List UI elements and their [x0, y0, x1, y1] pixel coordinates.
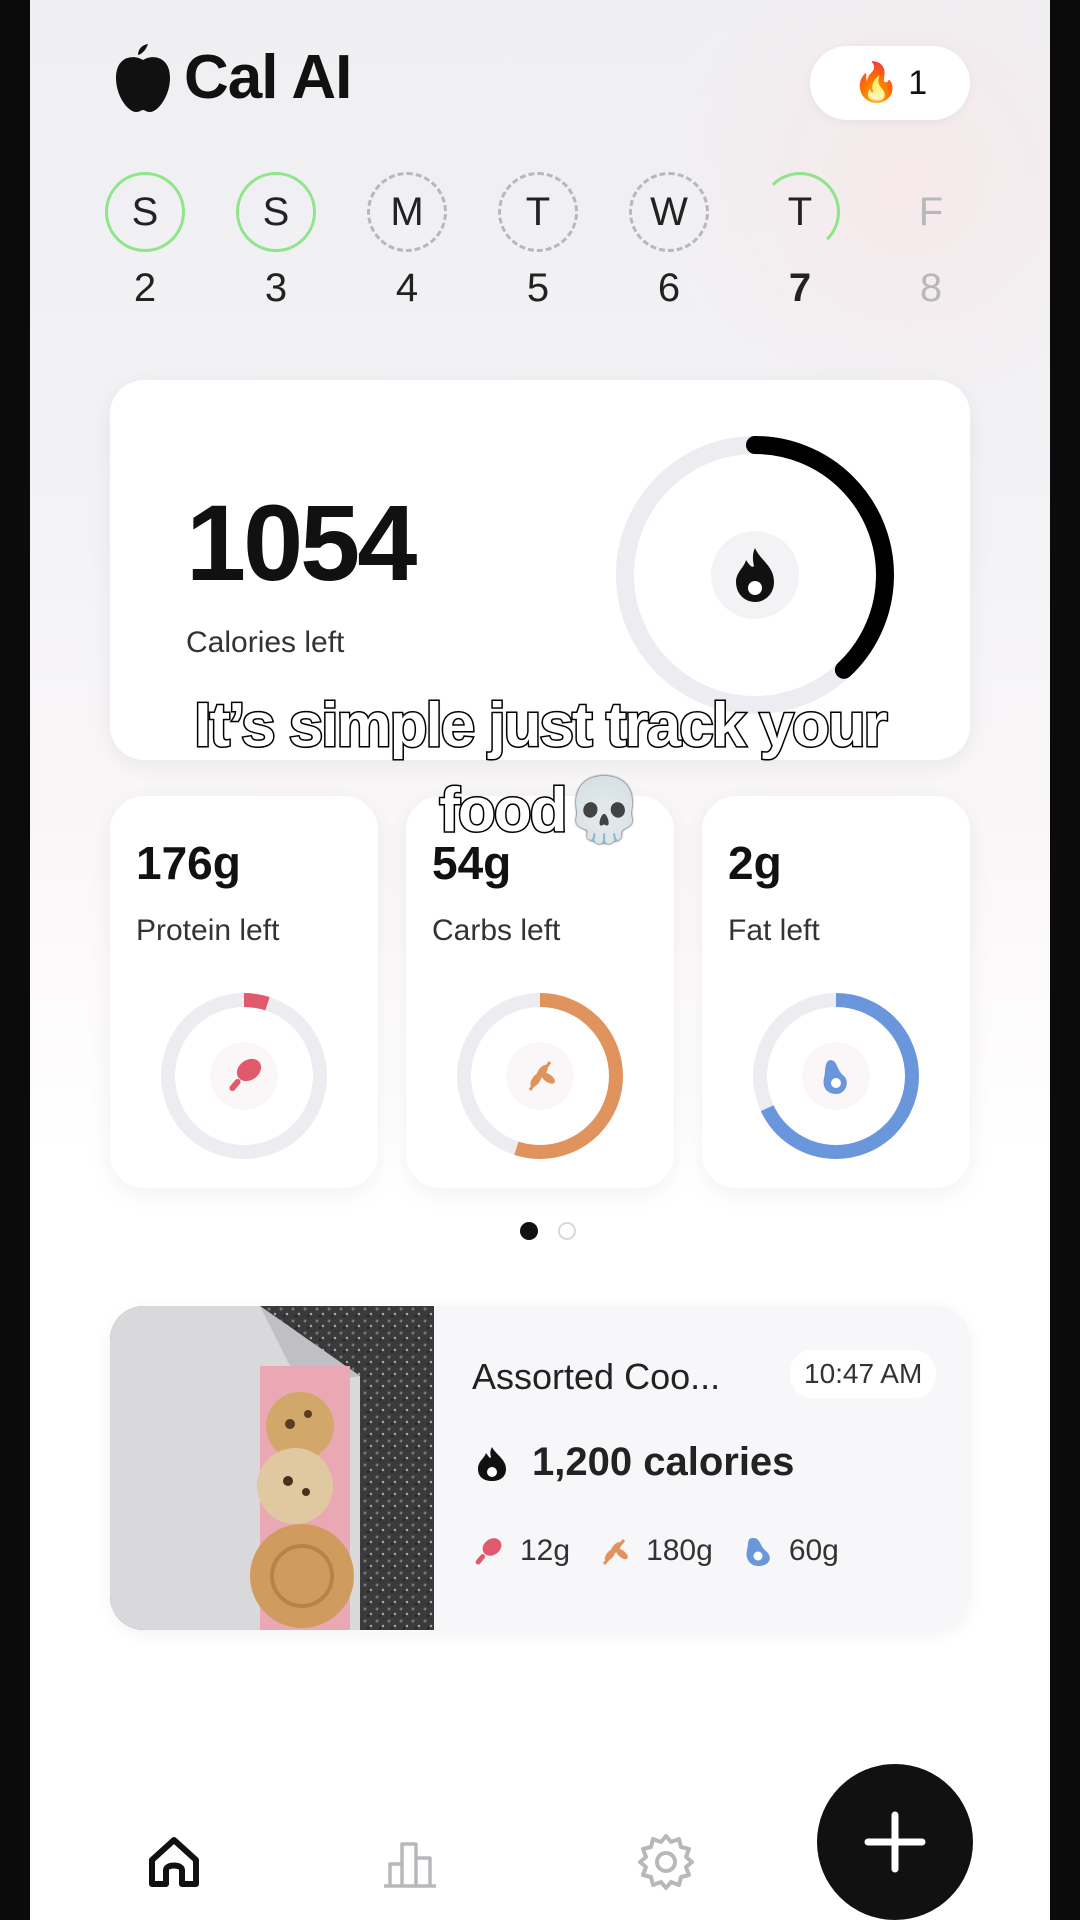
- app-logo: Cal AI: [112, 40, 352, 114]
- wheat-icon: [602, 1539, 628, 1565]
- page-dot-active[interactable]: [520, 1222, 538, 1240]
- page-dot[interactable]: [558, 1222, 576, 1240]
- home-icon[interactable]: [142, 1830, 206, 1894]
- plus-icon: [864, 1811, 926, 1873]
- calories-label: Calories left: [186, 626, 345, 659]
- food-macros: 12g 180g 60g: [472, 1534, 867, 1568]
- food-fat-value: 60g: [788, 1534, 839, 1567]
- food-protein-value: 12g: [520, 1534, 571, 1567]
- day-item[interactable]: W 6: [624, 172, 714, 311]
- day-item[interactable]: F 8: [886, 172, 976, 311]
- food-photo: [110, 1306, 434, 1630]
- food-name: Assorted Coo...: [472, 1356, 721, 1397]
- day-number: 8: [919, 266, 943, 310]
- food-fat: 60g: [741, 1534, 839, 1568]
- apple-icon: [116, 44, 170, 112]
- avocado-icon: [746, 1538, 770, 1566]
- food-entry-card[interactable]: Assorted Coo... 10:47 AM 1,200 calories …: [110, 1306, 970, 1630]
- day-number: 3: [264, 266, 288, 310]
- app-screen: Cal AI 🔥 1 S 2 S 3 M 4 T 5 W 6 T 7 F 8 1…: [30, 0, 1050, 1920]
- skull-emoji: 💀: [565, 776, 643, 845]
- day-letter: T: [498, 172, 578, 252]
- protein-card[interactable]: 176g Protein left: [110, 796, 378, 1188]
- protein-ring: [161, 993, 327, 1159]
- fat-label: Fat left: [728, 914, 820, 947]
- food-carbs-value: 180g: [646, 1534, 713, 1567]
- food-protein: 12g: [472, 1534, 570, 1568]
- food-time: 10:47 AM: [790, 1350, 937, 1398]
- fat-ring: [753, 993, 919, 1159]
- page-indicator: [510, 1222, 586, 1245]
- carbs-card[interactable]: 54g Carbs left: [406, 796, 674, 1188]
- fire-icon: 🔥: [852, 62, 901, 104]
- day-item-today[interactable]: T 7: [755, 172, 845, 311]
- day-letter: S: [236, 172, 316, 252]
- caption-line-2: food💀: [0, 774, 1080, 847]
- settings-icon[interactable]: [634, 1830, 698, 1894]
- protein-label: Protein left: [136, 914, 280, 947]
- caption-line-1: It’s simple just track your: [193, 690, 889, 762]
- caption-word: food: [438, 775, 569, 847]
- fat-card[interactable]: 2g Fat left: [702, 796, 970, 1188]
- food-carbs: 180g: [598, 1534, 713, 1568]
- day-letter: F: [918, 189, 944, 234]
- food-calories: 1,200 calories: [472, 1440, 794, 1485]
- calories-ring: [616, 436, 894, 714]
- app-title: Cal AI: [184, 42, 352, 112]
- add-food-button[interactable]: [817, 1764, 973, 1920]
- streak-badge[interactable]: 🔥 1: [810, 46, 970, 120]
- day-number: 2: [133, 266, 157, 310]
- day-letter: S: [105, 172, 185, 252]
- flame-icon: [478, 1446, 506, 1481]
- analytics-icon[interactable]: [378, 1830, 442, 1894]
- day-letter: W: [629, 172, 709, 252]
- day-letter: M: [367, 172, 447, 252]
- day-number: 7: [788, 266, 812, 310]
- day-item[interactable]: S 2: [100, 172, 190, 311]
- carbs-label: Carbs left: [432, 914, 561, 947]
- streak-count: 1: [908, 63, 928, 102]
- day-number: 6: [657, 266, 681, 310]
- day-letter: T: [760, 172, 840, 252]
- day-item[interactable]: T 5: [493, 172, 583, 311]
- day-item[interactable]: M 4: [362, 172, 452, 311]
- drumstick-icon: [475, 1538, 502, 1565]
- day-number: 4: [395, 266, 419, 310]
- day-item[interactable]: S 3: [231, 172, 321, 311]
- food-calories-text: 1,200 calories: [532, 1440, 795, 1484]
- day-number: 5: [526, 266, 550, 310]
- carbs-ring: [457, 993, 623, 1159]
- calories-value: 1054: [186, 482, 417, 603]
